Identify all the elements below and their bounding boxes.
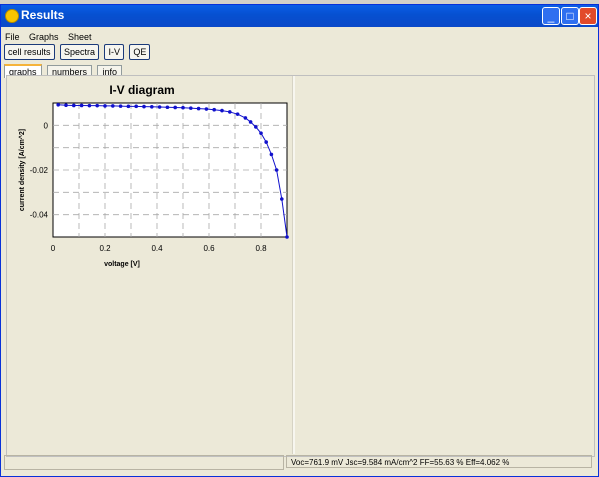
- iv-data-point: [274, 168, 279, 172]
- x-tick-label: 0.2: [99, 244, 111, 253]
- iv-data-point: [196, 106, 201, 111]
- iv-data-point: [264, 140, 269, 144]
- title-bar[interactable]: Results _ □ ×: [1, 5, 598, 27]
- x-tick-label: 0.8: [255, 244, 267, 253]
- iv-data-point: [269, 152, 274, 157]
- iv-data-point: [150, 104, 154, 109]
- y-tick-label: 0: [44, 121, 49, 130]
- iv-data-point: [165, 105, 170, 110]
- qe-button[interactable]: QE: [129, 44, 151, 60]
- y-tick-label: -0.02: [30, 166, 49, 175]
- x-tick-label: 0.4: [151, 244, 163, 253]
- graphs-panel: 0 0.2 0.4 0.6 0.8 0 -0.02 -0.04 I-V diagram volta…: [6, 75, 595, 457]
- iv-data-point: [189, 106, 193, 110]
- splitter[interactable]: [292, 76, 295, 454]
- iv-data-point: [95, 103, 99, 108]
- toolbar: cell results Spectra I-V QE: [4, 42, 151, 60]
- iv-data-point: [243, 116, 248, 120]
- iv-data-point: [280, 197, 284, 201]
- iv-data-point: [285, 235, 289, 239]
- iv-data-point: [212, 107, 216, 112]
- iv-data-point: [228, 110, 232, 114]
- iv-data-point: [64, 103, 68, 108]
- status-left-panel: [4, 455, 284, 470]
- iv-data-point: [220, 108, 224, 113]
- x-axis-label: voltage [V]: [104, 261, 140, 268]
- iv-data-point: [126, 104, 131, 109]
- minimize-icon[interactable]: _: [542, 7, 560, 25]
- spectra-button[interactable]: Spectra: [59, 44, 99, 60]
- iv-data-point: [56, 102, 60, 107]
- x-tick-label: 0.6: [203, 244, 215, 253]
- iv-data-point: [204, 107, 209, 111]
- iv-data-point: [87, 103, 92, 108]
- iv-data-point: [235, 112, 240, 116]
- menu-bar: File Graphs Sheet: [5, 27, 96, 42]
- iv-data-point: [103, 104, 107, 108]
- iv-data-point: [142, 104, 146, 109]
- maximize-icon[interactable]: □: [561, 7, 579, 25]
- iv-chart-panel: 0 0.2 0.4 0.6 0.8 0 -0.02 -0.04 I-V diagram volta…: [7, 76, 293, 268]
- menu-graphs[interactable]: Graphs: [29, 32, 59, 42]
- iv-data-point: [173, 105, 177, 110]
- results-window: Results _ □ × File Graphs Sheet cell res…: [0, 4, 599, 477]
- iv-data-point: [181, 105, 185, 110]
- iv-data-point: [157, 105, 162, 109]
- iv-chart: 0 0.2 0.4 0.6 0.8 0 -0.02 -0.04 I-V diagram volta…: [18, 83, 289, 268]
- window-title: Results: [21, 8, 65, 22]
- chart-title: I-V diagram: [109, 83, 174, 97]
- iv-data-point: [259, 131, 263, 135]
- x-tick-label: 0: [51, 244, 56, 253]
- iv-data-point: [248, 120, 253, 124]
- iv-data-point: [118, 104, 123, 108]
- cell-results-button[interactable]: cell results: [4, 44, 55, 60]
- status-bar: Voc=761.9 mV Jsc=9.584 mA/cm^2 FF=55.63 …: [4, 455, 592, 470]
- iv-data-point: [134, 104, 138, 109]
- menu-file[interactable]: File: [5, 32, 20, 42]
- iv-data-point: [111, 104, 115, 108]
- y-axis-label: current density [A/cm^2]: [18, 129, 26, 211]
- iv-data-point: [72, 103, 76, 108]
- iv-button[interactable]: I-V: [104, 44, 124, 60]
- status-text: Voc=761.9 mV Jsc=9.584 mA/cm^2 FF=55.63 …: [286, 455, 592, 468]
- app-icon: [5, 9, 19, 23]
- tab-bar: graphs numbers info: [4, 62, 123, 78]
- menu-sheet[interactable]: Sheet: [68, 32, 92, 42]
- y-tick-label: -0.04: [30, 211, 49, 220]
- close-icon[interactable]: ×: [579, 7, 597, 25]
- iv-data-point: [79, 103, 84, 108]
- iv-data-point: [254, 125, 258, 129]
